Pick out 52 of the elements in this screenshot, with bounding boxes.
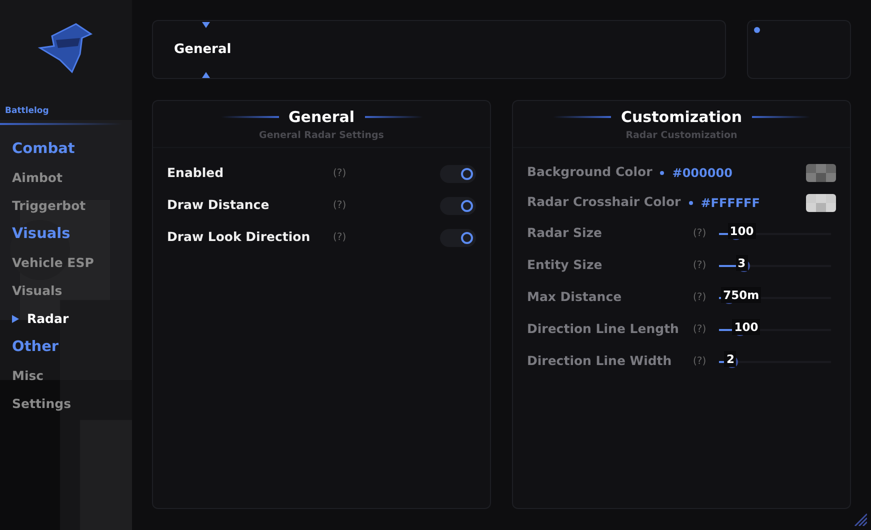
- nav-item[interactable]: Vehicle ESP: [12, 254, 94, 272]
- setting-label: Direction Line Width: [527, 352, 673, 370]
- bullet-icon: [660, 170, 664, 175]
- nav-item[interactable]: Settings: [12, 394, 72, 414]
- toggle-switch[interactable]: [440, 196, 476, 215]
- nav-item[interactable]: Radar: [12, 310, 69, 328]
- setting-label: Radar Size: [527, 224, 603, 242]
- nav-item[interactable]: Visuals: [12, 282, 62, 300]
- section-header: Combat: [12, 140, 75, 159]
- nav-item[interactable]: Aimbot: [12, 168, 62, 188]
- setting-label: Background Color: [527, 163, 652, 182]
- help-hint[interactable]: (?): [333, 198, 346, 214]
- up-arrow-icon: [202, 72, 210, 78]
- setting-label: Max Distance: [527, 288, 623, 306]
- value-tooltip: 3: [736, 254, 748, 271]
- toggle-switch[interactable]: [440, 164, 476, 183]
- brand-name: Battlelog: [5, 106, 49, 116]
- help-hint[interactable]: (?): [693, 258, 719, 274]
- nav-item[interactable]: Triggerbot: [12, 196, 86, 216]
- help-hint[interactable]: (?): [693, 290, 719, 306]
- setting-label: Radar Crosshair Color: [527, 193, 681, 212]
- bullet-icon: [688, 200, 693, 205]
- resize-grip-icon: [853, 512, 867, 526]
- panel-title: General: [288, 107, 354, 128]
- nav-item[interactable]: Misc: [12, 366, 44, 386]
- section-header: Visuals: [12, 224, 70, 244]
- help-hint[interactable]: (?): [693, 354, 719, 370]
- help-hint[interactable]: (?): [333, 166, 346, 182]
- value-tooltip: 2: [724, 350, 736, 367]
- panel-title: Customization: [620, 107, 742, 128]
- panel-subtitle: Radar Customization: [626, 128, 738, 142]
- color-value[interactable]: #000000: [672, 164, 732, 182]
- help-hint[interactable]: (?): [693, 322, 719, 338]
- section-header: Other: [12, 338, 59, 357]
- color-swatch[interactable]: [806, 164, 836, 182]
- setting-label: Draw Distance: [167, 196, 270, 214]
- setting-label: Direction Line Length: [527, 320, 680, 338]
- down-arrow-icon: [202, 22, 210, 28]
- color-value[interactable]: #FFFFFF: [700, 194, 760, 212]
- help-hint[interactable]: (?): [333, 230, 346, 246]
- toggle-switch[interactable]: [440, 228, 476, 247]
- value-tooltip: 750m: [721, 286, 762, 303]
- pointer-icon: [12, 315, 19, 323]
- setting-label: Entity Size: [527, 256, 604, 274]
- color-swatch[interactable]: [806, 194, 836, 212]
- value-tooltip: 100: [728, 222, 756, 239]
- setting-label: Draw Look Direction: [167, 228, 312, 246]
- setting-label: Enabled: [167, 164, 225, 182]
- tab-selector[interactable]: General: [152, 20, 726, 79]
- value-tooltip: 100: [732, 318, 760, 335]
- help-hint[interactable]: (?): [693, 226, 719, 242]
- panel-subtitle: General Radar Settings: [259, 128, 384, 142]
